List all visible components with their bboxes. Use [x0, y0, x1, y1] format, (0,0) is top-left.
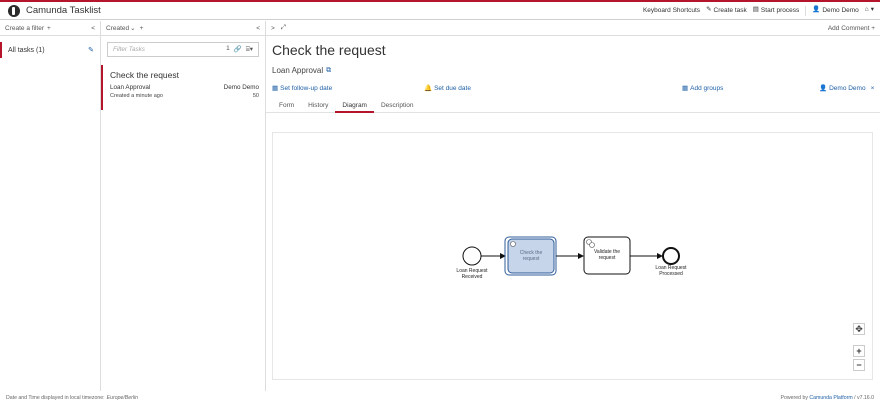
powered-by: Powered by Camunda Platform / v7.16.0: [781, 395, 874, 401]
filter-label: All tasks (1): [8, 46, 45, 54]
process-name: Loan Approval: [272, 66, 324, 75]
edit-filter-pencil-icon[interactable]: ✎: [88, 46, 94, 54]
home-menu[interactable]: ⌂ ▾: [865, 7, 874, 14]
task-list-item[interactable]: Check the request Loan Approval Demo Dem…: [101, 65, 265, 110]
header-actions: Keyboard Shortcuts ✎ Create task ▤ Start…: [643, 5, 880, 16]
tab-form[interactable]: Form: [272, 99, 301, 113]
collapse-list-button[interactable]: <: [256, 25, 260, 32]
set-due-date-button[interactable]: 🔔 Set due date: [424, 84, 471, 93]
groups-icon: ▦: [682, 85, 689, 92]
zoom-out-button[interactable]: −: [853, 359, 865, 371]
service-task-gear-icon-2: [589, 242, 595, 248]
link-icon[interactable]: 🔗: [234, 45, 242, 54]
chevron-down-icon[interactable]: ⌄: [130, 24, 135, 32]
task-list-header: Created ⌄ + <: [101, 21, 265, 36]
user-menu[interactable]: 👤 Demo Demo: [812, 7, 859, 14]
detail-header: > ⤢ Add Comment +: [266, 21, 880, 36]
camunda-platform-link[interactable]: Camunda Platform: [809, 395, 852, 401]
home-icon: ⌂: [864, 6, 869, 14]
task-title: Check the request: [272, 42, 386, 58]
app-title: Camunda Tasklist: [26, 5, 101, 16]
end-event[interactable]: [662, 247, 680, 265]
filter-all-tasks[interactable]: All tasks (1) ✎: [0, 42, 100, 58]
filter-tasks-input[interactable]: Filter Tasks 1 🔗 ⌸▾: [107, 42, 259, 57]
task-meta-row-2: Created a minute ago 50: [110, 93, 259, 99]
sort-by-created[interactable]: Created: [106, 25, 129, 32]
add-comment-plus-icon: +: [871, 24, 875, 32]
collapse-filters-button[interactable]: <: [91, 25, 95, 32]
remove-assignee-icon[interactable]: ×: [871, 85, 875, 92]
external-link-icon: ⧉: [326, 66, 332, 74]
task-count: 1: [226, 45, 230, 52]
bpmn-diagram-canvas[interactable]: Loan Request Received Check the request …: [272, 132, 873, 380]
user-icon: 👤: [812, 6, 821, 14]
bell-icon: 🔔: [424, 85, 433, 92]
tab-description[interactable]: Description: [374, 99, 421, 113]
task-assignee: Demo Demo: [223, 84, 259, 91]
create-task-link[interactable]: ✎ Create task: [706, 7, 747, 14]
start-process-link[interactable]: ▤ Start process: [753, 7, 799, 14]
fullscreen-icon[interactable]: ⤢: [281, 24, 286, 32]
assignee-button[interactable]: 👤 Demo Demo ×: [819, 84, 875, 93]
start-event[interactable]: [462, 246, 482, 266]
add-sort-plus-icon[interactable]: +: [140, 25, 144, 32]
user-name: Demo Demo: [822, 7, 859, 14]
version-text: / v7.16.0: [854, 394, 874, 401]
pencil-icon: ✎: [706, 6, 712, 14]
zoom-in-button[interactable]: +: [853, 345, 865, 357]
task2-label-2: request: [599, 255, 616, 261]
search-placeholder: Filter Tasks: [113, 46, 145, 53]
footer: Date and Time displayed in local timezon…: [0, 391, 880, 404]
expand-button[interactable]: >: [271, 25, 275, 32]
calendar-icon: ▦: [272, 85, 279, 92]
powered-by-text: Powered by: [780, 394, 808, 401]
tab-history[interactable]: History: [301, 99, 335, 113]
camunda-logo-icon: [8, 4, 20, 17]
timezone-text: Date and Time displayed in local timezon…: [6, 394, 105, 401]
chevron-down-icon: ▾: [870, 6, 874, 14]
create-task-label: Create task: [713, 7, 747, 14]
filters-column: Create a filter + < All tasks (1) ✎: [0, 21, 101, 391]
task-name: Check the request: [110, 70, 179, 80]
filters-header: Create a filter + <: [0, 21, 100, 36]
task-meta-row: Loan Approval Demo Demo: [110, 84, 259, 91]
top-header: Camunda Tasklist Keyboard Shortcuts ✎ Cr…: [0, 2, 880, 20]
task-created: Created a minute ago: [110, 93, 163, 99]
due-date-label: Set due date: [434, 84, 471, 92]
process-name-link[interactable]: Loan Approval ⧉: [272, 66, 880, 75]
list-icon: ▤: [752, 6, 759, 14]
add-comment-label: Add Comment: [827, 24, 870, 32]
user-task-icon: [510, 241, 516, 247]
create-filter-link[interactable]: Create a filter: [5, 25, 44, 32]
user-icon: 👤: [819, 85, 828, 92]
add-comment-button[interactable]: Add Comment +: [828, 25, 875, 32]
add-groups-button[interactable]: ▦ Add groups: [682, 84, 724, 93]
end-event-label-2: Processed: [659, 271, 683, 277]
detail-tabs: Form History Diagram Description: [266, 99, 880, 113]
task-priority: 50: [252, 93, 259, 99]
task1-label-2: request: [523, 256, 540, 262]
start-process-label: Start process: [760, 7, 800, 14]
timezone-value: Europe/Berlin: [106, 394, 139, 401]
search-tools: 1 🔗 ⌸▾: [226, 45, 253, 54]
task-detail-column: > ⤢ Add Comment + Check the request Loan…: [266, 21, 880, 391]
add-groups-label: Add groups: [690, 84, 724, 92]
keyboard-shortcuts-link[interactable]: Keyboard Shortcuts: [643, 7, 700, 14]
task-actions: ▦ Set follow-up date 🔔 Set due date ▦ Ad…: [266, 81, 880, 95]
zoom-reset-button[interactable]: ✥: [853, 323, 865, 335]
set-follow-up-date-button[interactable]: ▦ Set follow-up date: [272, 84, 333, 93]
filter-options-icon[interactable]: ⌸▾: [246, 45, 253, 54]
task-list-column: Created ⌄ + < Filter Tasks 1 🔗 ⌸▾ Check …: [101, 21, 266, 391]
task-process: Loan Approval: [110, 84, 151, 91]
tab-diagram[interactable]: Diagram: [335, 99, 374, 113]
header-divider: [805, 5, 807, 16]
assignee-name: Demo Demo: [829, 84, 866, 92]
start-event-label-2: Received: [462, 274, 483, 280]
follow-up-label: Set follow-up date: [280, 84, 333, 92]
bpmn-diagram-svg: Loan Request Received Check the request …: [456, 236, 687, 280]
plus-icon[interactable]: +: [47, 25, 51, 32]
